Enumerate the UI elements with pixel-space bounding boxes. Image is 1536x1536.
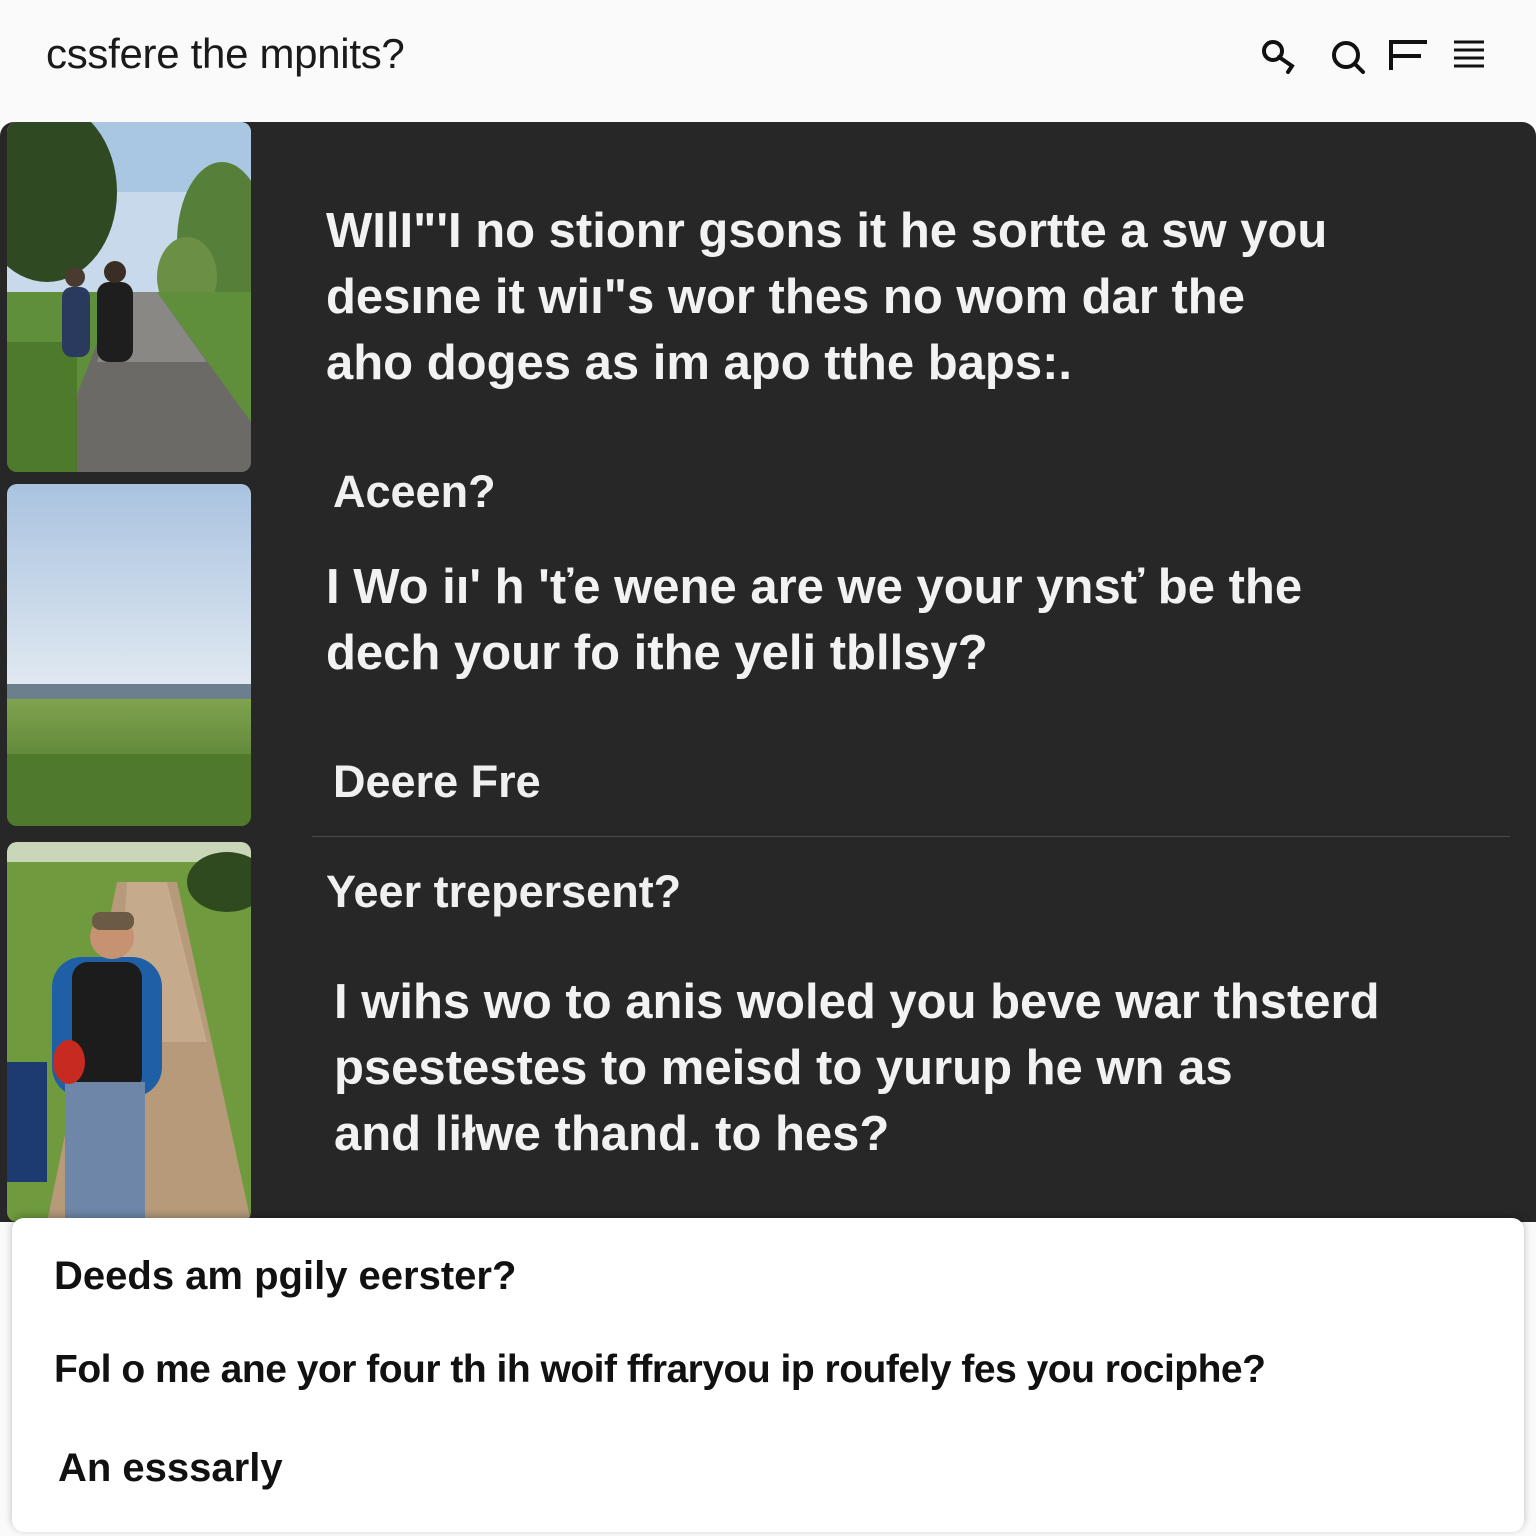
section-heading-3: Yeer trepersent? (326, 866, 682, 917)
dialog-action-button[interactable]: An esssarly (58, 1446, 283, 1491)
flag-icon[interactable] (1386, 34, 1430, 78)
paragraph-1-line-3: aho doges as im apo tthe baps:. (326, 336, 1073, 390)
section-heading-2: Deere Fre (333, 756, 541, 807)
content-panel: WIlI"'I no stionr gsons it he sortte a s… (0, 122, 1536, 1222)
paragraph-2-line-1: I Wo iı' h 'ťe wene are we your ynsť be … (326, 560, 1303, 614)
message-content: WIlI"'I no stionr gsons it he sortte a s… (0, 122, 1536, 1222)
magnifier-icon[interactable] (1326, 34, 1370, 78)
paragraph-3-line-2: psestestes to meisd to yurup he wn as (334, 1041, 1233, 1095)
dialog-title: Deeds am pgily eerster? (54, 1254, 517, 1298)
dialog-body: Fol o me ane yor four th ih woif ffraryo… (54, 1348, 1266, 1391)
paragraph-2-line-2: dech your fo ithe yeli tbllsy? (326, 626, 988, 680)
paragraph-1-line-1: WIlI"'I no stionr gsons it he sortte a s… (326, 204, 1328, 258)
section-heading-1: Aceen? (333, 466, 496, 517)
search-icon[interactable] (1256, 34, 1300, 78)
bottom-dialog: Deeds am pgily eerster? Fol o me ane yor… (12, 1218, 1524, 1532)
paragraph-3-line-1: I wihs wo to anis woled you beve war ths… (334, 975, 1380, 1029)
top-bar: cssfere the mpnits? (0, 0, 1536, 112)
paragraph-3-line-3: and liłwe thand. to hes? (334, 1107, 890, 1161)
page-title: cssfere the mpnits? (46, 30, 405, 77)
menu-icon[interactable] (1446, 34, 1490, 78)
paragraph-1-line-2: desıne it wiı"s wor thes no wom dar the (326, 270, 1245, 324)
section-divider (312, 836, 1510, 837)
